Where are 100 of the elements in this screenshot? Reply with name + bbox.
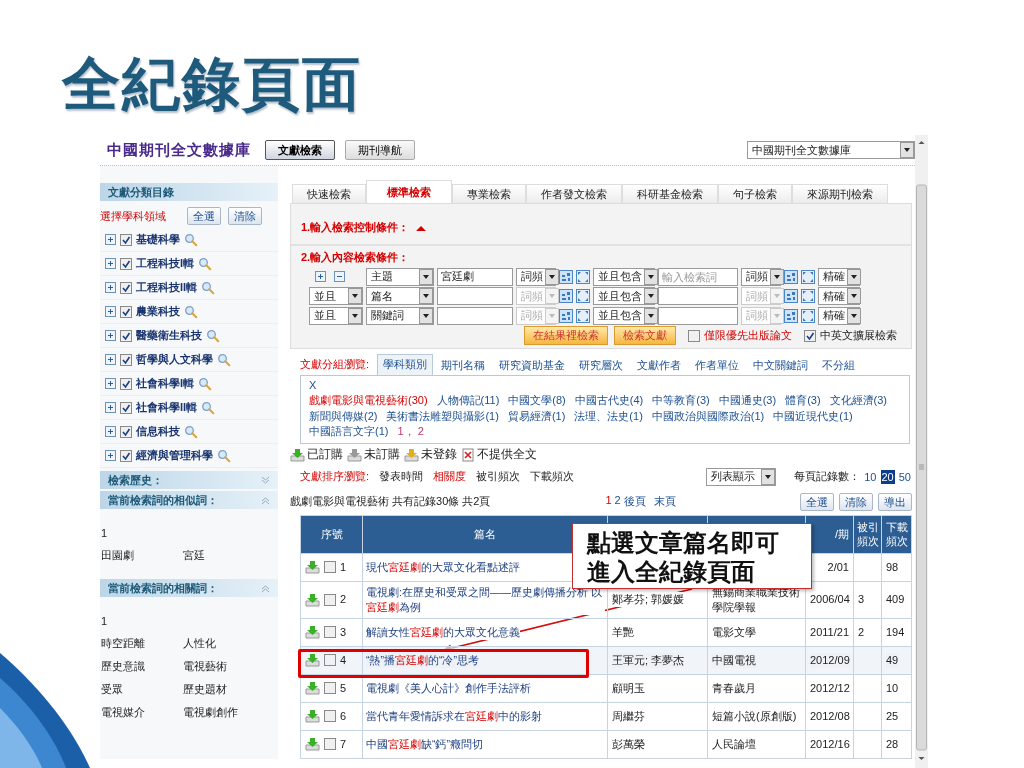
arrows-icon[interactable]	[576, 308, 590, 323]
checkbox[interactable]	[324, 593, 336, 606]
expand-icon[interactable]	[105, 234, 116, 245]
page-size-option[interactable]: 10	[863, 469, 878, 484]
term-link[interactable]: 電視藝術	[182, 655, 272, 678]
expand-icon[interactable]	[105, 330, 116, 341]
category-label[interactable]: 社會科學II輯	[136, 400, 198, 415]
tab[interactable]: 中文關鍵詞	[747, 355, 815, 375]
arrows-icon[interactable]	[576, 269, 590, 284]
category-label[interactable]: 工程科技I輯	[136, 256, 195, 271]
dropdown[interactable]: 精確	[818, 267, 860, 286]
category-label[interactable]: 醫藥衛生科技	[136, 328, 202, 343]
search-icon[interactable]	[206, 328, 220, 343]
category-label[interactable]: 基礎科學	[136, 232, 180, 247]
term-link[interactable]: 電視媒介	[100, 701, 182, 724]
panel-header[interactable]: 當前檢索詞的相關詞：	[100, 579, 278, 597]
page-number[interactable]: 1	[100, 521, 278, 544]
checkbox[interactable]	[324, 710, 336, 722]
tab[interactable]: 不分組	[816, 355, 862, 375]
category-link[interactable]: 文化經濟(3)	[829, 393, 888, 409]
checkbox[interactable]	[324, 654, 336, 666]
tile-icon[interactable]	[784, 289, 798, 304]
button[interactable]: 全選	[800, 492, 834, 511]
dropdown[interactable]: 詞頻	[741, 267, 781, 286]
arrows-icon[interactable]	[801, 289, 815, 304]
category-label[interactable]: 信息科技	[136, 424, 180, 439]
category-link[interactable]: 戲劇電影與電視藝術(30)	[309, 393, 428, 409]
chevron-up-icon[interactable]	[415, 223, 428, 232]
search-icon[interactable]	[201, 400, 216, 415]
button[interactable]: 清除	[228, 207, 262, 225]
expand-icon[interactable]	[105, 378, 116, 389]
category-link[interactable]: 中國文學(8)	[508, 393, 566, 409]
dropdown[interactable]: 並且包含	[593, 287, 655, 306]
panel-header[interactable]: 當前檢索詞的相似詞：	[100, 491, 278, 509]
dropdown[interactable]: 詞頻	[516, 267, 556, 286]
button[interactable]: 在結果裡檢索	[524, 326, 608, 345]
search-icon[interactable]	[198, 256, 213, 271]
category-link[interactable]: 中國通史(3)	[718, 393, 777, 409]
article-title-link[interactable]: “熱”播宮廷劇的“冷”思考	[366, 652, 479, 668]
term-link[interactable]: 宮廷	[182, 544, 272, 567]
expand-icon[interactable]	[105, 450, 116, 461]
input-field[interactable]	[437, 306, 513, 325]
term-link[interactable]: 時空距離	[100, 632, 182, 655]
category-label[interactable]: 哲學與人文科學	[136, 352, 213, 367]
page-link[interactable]: 2	[614, 494, 621, 509]
article-title-link[interactable]: 中國宮廷劇缺“鈣”癥問切	[366, 736, 483, 752]
tab[interactable]: 期刊名稱	[435, 355, 492, 375]
tab[interactable]: 文獻作者	[631, 355, 688, 375]
dropdown[interactable]: 中國期刊全文數據庫	[747, 141, 915, 159]
category-link[interactable]: 中國古代史(4)	[574, 393, 644, 409]
scrollbar[interactable]	[915, 135, 928, 768]
tab[interactable]: 作者單位	[689, 355, 746, 375]
expand-icon[interactable]	[105, 306, 116, 317]
article-title-link[interactable]: 電視劇《美人心計》創作手法評析	[366, 680, 531, 696]
collapse-icon[interactable]	[334, 271, 345, 283]
dropdown[interactable]: 並且	[309, 306, 363, 325]
button[interactable]: 全選	[187, 207, 221, 225]
dropdown[interactable]: 精確	[818, 306, 860, 325]
input-field[interactable]	[658, 287, 738, 306]
tab[interactable]: 研究層次	[573, 355, 630, 375]
tile-icon[interactable]	[559, 269, 573, 284]
tab[interactable]: 文獻檢索	[265, 140, 335, 160]
tab[interactable]: 作者發文檢索	[526, 184, 622, 203]
checkbox[interactable]	[324, 738, 336, 750]
panel-header[interactable]: 檢索歷史：	[100, 471, 278, 489]
category-link[interactable]: 貿易經濟(1)	[507, 408, 566, 424]
article-title-link[interactable]: 當代青年愛情訴求在宮廷劇中的影射	[366, 708, 542, 724]
expand-icon[interactable]	[315, 271, 326, 283]
category-link[interactable]: 中國政治與國際政治(1)	[651, 408, 765, 424]
category-link[interactable]: 美術書法雕塑與攝影(1)	[386, 408, 499, 424]
dropdown[interactable]: 主題	[366, 267, 434, 286]
category-link[interactable]: 法理、法史(1)	[574, 408, 643, 424]
search-icon[interactable]	[201, 280, 216, 295]
input-field[interactable]: 輸入檢索詞	[658, 267, 738, 286]
button[interactable]: 檢索文獻	[614, 326, 676, 345]
dropdown[interactable]: 並且包含	[593, 267, 655, 286]
checkbox[interactable]	[120, 233, 132, 246]
tab[interactable]: 科研基金檢索	[622, 184, 718, 203]
sort-option[interactable]: 發表時間	[379, 469, 424, 484]
tab[interactable]: 來源期刊檢索	[792, 184, 888, 203]
category-link[interactable]: 人物傳記(11)	[436, 393, 500, 409]
tab[interactable]: 研究資助基金	[493, 355, 572, 375]
tab[interactable]: 標準檢索	[366, 180, 452, 203]
dropdown[interactable]: 列表顯示	[706, 467, 777, 486]
option-label[interactable]: 僅限優先出版論文	[704, 328, 792, 343]
dropdown[interactable]: 並且	[309, 287, 363, 306]
page-links[interactable]: 1， 2	[397, 424, 424, 440]
page-number[interactable]: 1	[100, 609, 278, 632]
search-icon[interactable]	[217, 352, 231, 367]
input-field[interactable]	[437, 287, 513, 306]
category-link[interactable]: 中等教育(3)	[652, 393, 710, 409]
sort-option[interactable]: 下載頻次	[530, 469, 575, 484]
input-field[interactable]	[658, 306, 738, 325]
tile-icon[interactable]	[784, 269, 798, 284]
term-link[interactable]: 歷史意識	[100, 655, 182, 678]
category-label[interactable]: 農業科技	[136, 304, 180, 319]
checkbox[interactable]	[324, 682, 336, 694]
expand-icon[interactable]	[105, 282, 116, 293]
category-link[interactable]: 新聞與傳媒(2)	[309, 408, 378, 424]
checkbox[interactable]	[324, 626, 336, 638]
